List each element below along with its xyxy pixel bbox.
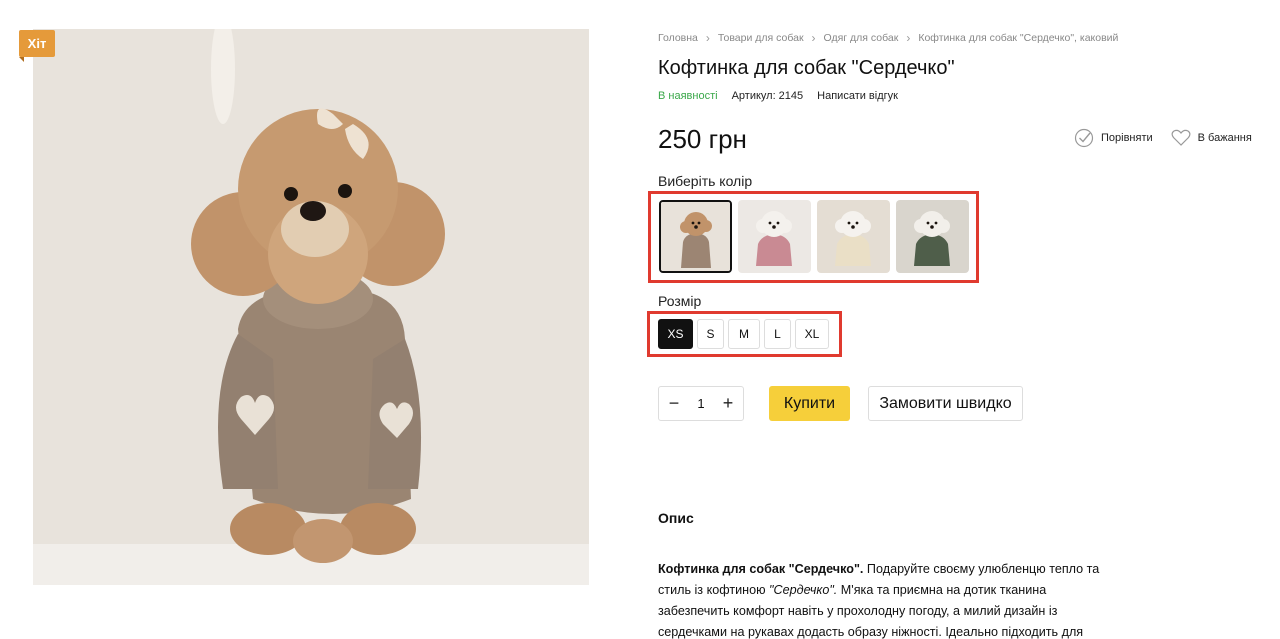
breadcrumb-dog-clothes[interactable]: Одяг для собак bbox=[824, 32, 899, 44]
swatch-green-image bbox=[896, 200, 969, 273]
size-label: Розмір bbox=[658, 293, 702, 309]
size-option-m[interactable]: M bbox=[728, 319, 760, 349]
size-option-s[interactable]: S bbox=[697, 319, 724, 349]
minus-icon[interactable]: − bbox=[667, 393, 681, 414]
size-option-xl[interactable]: XL bbox=[795, 319, 829, 349]
description-text: Кофтинка для собак "Сердечко". Подаруйте… bbox=[658, 559, 1118, 639]
chevron-right-icon: › bbox=[811, 31, 816, 45]
swatch-pink-image bbox=[738, 200, 811, 273]
compare-button[interactable]: Порівняти bbox=[1074, 128, 1153, 148]
article-number: Артикул: 2145 bbox=[731, 90, 804, 102]
swatch-cream-image bbox=[817, 200, 890, 273]
description-intro: Кофтинка для собак "Сердечко". bbox=[658, 562, 864, 576]
breadcrumb-home[interactable]: Головна bbox=[658, 32, 698, 44]
stock-status: В наявності bbox=[658, 90, 718, 102]
swatch-green[interactable] bbox=[896, 200, 969, 273]
swatch-cream[interactable] bbox=[817, 200, 890, 273]
product-actions: Порівняти В бажання bbox=[1074, 128, 1252, 148]
swatch-brown[interactable] bbox=[659, 200, 732, 273]
dog-photo bbox=[33, 29, 589, 585]
hit-badge: Хіт bbox=[19, 30, 55, 62]
product-meta: В наявності Артикул: 2145 Написати відгу… bbox=[658, 90, 898, 102]
chevron-right-icon: › bbox=[906, 31, 911, 45]
compare-label: Порівняти bbox=[1101, 132, 1153, 144]
chevron-right-icon: › bbox=[705, 31, 710, 45]
compare-check-icon bbox=[1074, 128, 1094, 148]
breadcrumb: Головна › Товари для собак › Одяг для со… bbox=[658, 31, 1118, 45]
write-review-link[interactable]: Написати відгук bbox=[817, 90, 898, 102]
plus-icon[interactable]: + bbox=[721, 393, 735, 414]
wishlist-button[interactable]: В бажання bbox=[1171, 129, 1252, 147]
description-italic: "Сердечко". bbox=[769, 583, 838, 597]
quick-order-button[interactable]: Замовити швидко bbox=[868, 386, 1023, 421]
quantity-value[interactable]: 1 bbox=[697, 396, 704, 411]
color-label: Виберіть колір bbox=[658, 173, 753, 189]
buy-button[interactable]: Купити bbox=[769, 386, 850, 421]
swatch-pink[interactable] bbox=[738, 200, 811, 273]
heart-icon bbox=[1171, 129, 1191, 146]
product-price: 250 грн bbox=[658, 124, 747, 154]
size-option-l[interactable]: L bbox=[764, 319, 791, 349]
description-heading: Опис bbox=[658, 510, 694, 526]
wishlist-label: В бажання bbox=[1197, 132, 1252, 144]
product-main-image[interactable] bbox=[33, 29, 589, 585]
size-option-xs[interactable]: XS bbox=[658, 319, 693, 349]
breadcrumb-dog-products[interactable]: Товари для собак bbox=[718, 32, 804, 44]
breadcrumb-current: Кофтинка для собак "Сердечко", каковий bbox=[918, 32, 1119, 44]
swatch-brown-image bbox=[661, 202, 730, 271]
product-title: Кофтинка для собак "Сердечко" bbox=[658, 57, 955, 79]
quantity-stepper: − 1 + bbox=[658, 386, 744, 421]
